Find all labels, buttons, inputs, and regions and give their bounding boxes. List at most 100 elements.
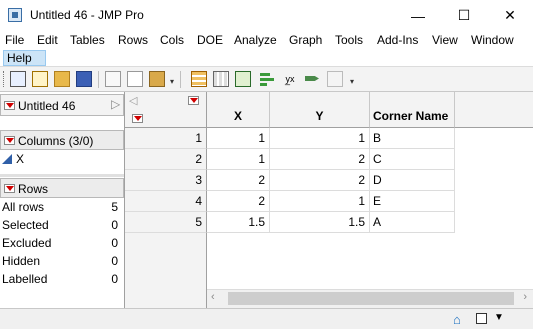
row-stat-all-rows: All rows 5: [0, 200, 124, 218]
minimize-button[interactable]: —: [395, 0, 441, 31]
menu-edit[interactable]: Edit: [37, 33, 58, 47]
table-cell-corner-name[interactable]: E: [370, 191, 455, 212]
toolbar-separator: [98, 71, 99, 88]
table-name-header[interactable]: Untitled 46 ▷: [0, 94, 124, 116]
close-button[interactable]: ✕: [487, 0, 533, 31]
window-icon[interactable]: [476, 313, 487, 324]
menu-graph[interactable]: Graph: [289, 33, 322, 47]
menu-tables[interactable]: Tables: [70, 33, 105, 47]
row-number[interactable]: 4: [125, 191, 207, 212]
menu-analyze[interactable]: Analyze: [234, 33, 277, 47]
title-bar: Untitled 46 - JMP Pro — ☐ ✕: [0, 0, 533, 31]
column-header-y[interactable]: Y: [270, 92, 370, 128]
row-number[interactable]: 5: [125, 212, 207, 233]
toolbar-dropdown-icon[interactable]: ▾: [170, 77, 174, 86]
column-red-triangle-icon[interactable]: [188, 96, 199, 105]
cut-icon[interactable]: [105, 71, 121, 87]
toolbar-separator: [180, 71, 181, 88]
table-cell-y[interactable]: 1: [270, 191, 370, 212]
menu-add-ins[interactable]: Add-Ins: [377, 33, 418, 47]
row-stat-excluded: Excluded 0: [0, 236, 124, 254]
jmp-app-icon: [8, 8, 22, 22]
data-table-icon[interactable]: [191, 71, 207, 87]
menu-file[interactable]: File: [5, 33, 24, 47]
fit-model-icon[interactable]: [304, 71, 320, 87]
row-stat-label: All rows: [2, 200, 45, 214]
menu-rows[interactable]: Rows: [118, 33, 148, 47]
row-number[interactable]: 2: [125, 149, 207, 170]
red-triangle-menu-icon[interactable]: [4, 184, 15, 193]
menu-cols[interactable]: Cols: [160, 33, 184, 47]
row-stat-value: 0: [111, 272, 118, 286]
toolbar-dropdown-icon[interactable]: ▾: [350, 77, 354, 86]
new-data-table-icon[interactable]: [10, 71, 26, 87]
column-name: X: [16, 152, 25, 166]
scroll-right-icon[interactable]: ›: [523, 291, 527, 303]
table-cell-corner-name[interactable]: D: [370, 170, 455, 191]
panel-divider[interactable]: [0, 174, 124, 177]
rows-header[interactable]: Rows: [0, 178, 124, 198]
dropdown-icon[interactable]: ▼: [494, 312, 504, 323]
empty-row-number-area: [125, 233, 207, 308]
row-stat-selected: Selected 0: [0, 218, 124, 236]
table-cell-corner-name[interactable]: C: [370, 149, 455, 170]
menu-view[interactable]: View: [432, 33, 458, 47]
report-icon[interactable]: [213, 71, 229, 87]
row-number[interactable]: 1: [125, 128, 207, 149]
copy-icon[interactable]: [127, 71, 143, 87]
table-cell-x[interactable]: 2: [207, 170, 270, 191]
row-stat-value: 0: [111, 218, 118, 232]
table-cell-y[interactable]: 1.5: [270, 212, 370, 233]
row-stat-label: Excluded: [2, 236, 52, 250]
grid-corner-cell[interactable]: ◁: [125, 92, 207, 128]
maximize-button[interactable]: ☐: [441, 0, 487, 31]
menu-bar: File Edit Tables Rows Cols DOE Analyze G…: [0, 31, 533, 65]
table-cell-y[interactable]: 1: [270, 128, 370, 149]
row-stat-label: Hidden: [2, 254, 41, 268]
graph-builder-icon[interactable]: [327, 71, 343, 87]
window-title: Untitled 46 - JMP Pro: [30, 8, 144, 22]
paste-icon[interactable]: [149, 71, 165, 87]
horizontal-scroll-thumb[interactable]: [228, 292, 514, 305]
table-cell-corner-name[interactable]: B: [370, 128, 455, 149]
collapse-arrow-icon[interactable]: ▷: [111, 97, 120, 111]
rows-header-label: Rows: [18, 182, 49, 196]
table-cell-x[interactable]: 1.5: [207, 212, 270, 233]
columns-header-label: Columns (3/0): [18, 134, 94, 148]
row-stat-value: 0: [111, 236, 118, 250]
grid-layout-icon[interactable]: [235, 71, 251, 87]
toolbar-grip[interactable]: [3, 71, 6, 87]
row-red-triangle-icon[interactable]: [132, 114, 143, 123]
table-cell-x[interactable]: 1: [207, 149, 270, 170]
columns-header[interactable]: Columns (3/0): [0, 130, 124, 150]
row-stat-label: Labelled: [2, 272, 48, 286]
table-cell-x[interactable]: 2: [207, 191, 270, 212]
red-triangle-menu-icon[interactable]: [4, 136, 15, 145]
menu-doe[interactable]: DOE: [197, 33, 223, 47]
column-header-corner-name[interactable]: Corner Name: [370, 92, 455, 128]
table-cell-x[interactable]: 1: [207, 128, 270, 149]
menu-help[interactable]: Help: [3, 50, 46, 66]
new-script-icon[interactable]: [32, 71, 48, 87]
fit-y-by-x-icon[interactable]: y̲x: [282, 71, 298, 87]
table-cell-y[interactable]: 2: [270, 149, 370, 170]
menu-tools[interactable]: Tools: [335, 33, 363, 47]
save-icon[interactable]: [76, 71, 92, 87]
left-panel: Untitled 46 ▷ Columns (3/0) X Rows All r…: [0, 92, 125, 308]
row-number[interactable]: 3: [125, 170, 207, 191]
home-icon[interactable]: ⌂: [453, 312, 461, 327]
scroll-left-icon[interactable]: ‹: [211, 291, 215, 303]
table-cell-y[interactable]: 2: [270, 170, 370, 191]
column-header-x[interactable]: X: [207, 92, 270, 128]
column-select-arrow-icon[interactable]: ◁: [129, 94, 137, 107]
table-cell-corner-name[interactable]: A: [370, 212, 455, 233]
column-header-empty[interactable]: [455, 92, 533, 128]
red-triangle-menu-icon[interactable]: [4, 101, 15, 110]
menu-window[interactable]: Window: [471, 33, 514, 47]
data-grid: ◁ X Y Corner Name 1 1 1 B 2 1 2 C 3 2 2 …: [125, 92, 533, 308]
table-name: Untitled 46: [18, 99, 76, 113]
open-folder-icon[interactable]: [54, 71, 70, 87]
toolbar: ▾ y̲x ▾: [0, 66, 533, 92]
distribution-icon[interactable]: [259, 71, 275, 87]
row-stat-labelled: Labelled 0: [0, 272, 124, 290]
